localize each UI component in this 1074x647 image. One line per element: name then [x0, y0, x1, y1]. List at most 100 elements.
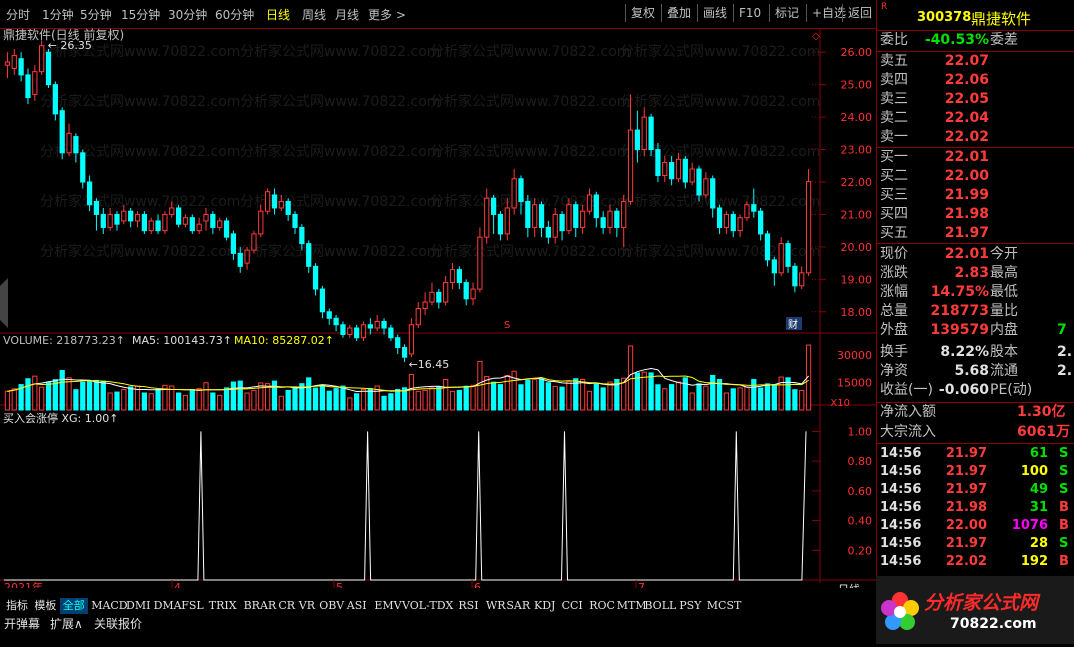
period-toolbar: 分时 1分钟 5分钟 15分钟 30分钟 60分钟 日线 周线 月线 更多 > 复权 叠加 画线 F10…	[0, 0, 876, 29]
candle	[244, 249, 250, 264]
period-tab[interactable]: 日线	[266, 6, 290, 23]
chart-action-button[interactable]: 叠加	[661, 4, 696, 22]
tick-row: 14:56 21.97 49 S	[877, 481, 1074, 499]
bid-level: 买一 22.01	[877, 148, 1074, 167]
volume-bar	[497, 384, 504, 411]
period-tab[interactable]: 分时	[6, 6, 30, 23]
period-tab[interactable]: 30分钟	[168, 6, 207, 23]
quote-panel: R 300378 鼎捷软件 委比 -40.53% 委差 卖五 22.07 卖四 22.…	[876, 0, 1074, 644]
stat-row: 涨跌 2.83 最高	[877, 264, 1074, 283]
indicator-tab[interactable]: CR	[275, 598, 298, 614]
indicator-tab[interactable]: PSY	[676, 598, 704, 614]
candle	[477, 236, 483, 290]
stat-label: 涨跌	[880, 265, 908, 281]
period-tab[interactable]: 5分钟	[80, 6, 112, 23]
indicator-tab[interactable]: BOLL	[641, 598, 679, 614]
indicator-tab[interactable]: KDJ	[531, 598, 558, 614]
indicator-tab[interactable]: 模板	[31, 598, 59, 614]
indicator-tab[interactable]: SAR	[503, 598, 533, 614]
tick-price: 22.00	[945, 518, 987, 533]
tick-volume: 28	[1029, 536, 1048, 551]
volume-bar	[237, 380, 243, 411]
kline-chart-area[interactable]: 分析家公式网www.70822.com 分析家公式网www.70822.com 分析…	[0, 27, 876, 596]
chart-action-button[interactable]: 复权	[625, 4, 660, 22]
candle	[114, 213, 120, 225]
indicator-tab[interactable]: DMI	[123, 598, 153, 614]
period-tab[interactable]: 15分钟	[121, 6, 160, 23]
indicator-tab[interactable]: OBV	[316, 598, 347, 614]
ma10-label: MA10: 85287.02↑	[234, 334, 334, 347]
indicator-tab[interactable]: 全部	[59, 598, 88, 614]
volume-bar	[148, 393, 154, 411]
volume-bar	[251, 389, 257, 411]
left-collapse-handle[interactable]	[0, 278, 8, 328]
tick-volume: 61	[1029, 446, 1048, 461]
tick-row: 14:56 21.97 100 S	[877, 463, 1074, 481]
chart-action-button[interactable]: 标记	[769, 4, 804, 22]
indicator-tab[interactable]: ASI	[344, 598, 370, 614]
candle	[422, 301, 428, 310]
indicator-tab[interactable]: 指标	[3, 598, 31, 614]
stat-value-2: 2.	[1057, 344, 1073, 360]
timeframe-label[interactable]: 日线	[838, 582, 860, 596]
volume-bar	[545, 382, 551, 411]
period-tab[interactable]: 1分钟	[42, 6, 74, 23]
period-tab[interactable]: 周线	[302, 6, 326, 23]
volume-bar	[511, 370, 517, 411]
indicator-tab[interactable]: CCI	[559, 598, 586, 614]
indicator-tab[interactable]: FSL	[178, 598, 206, 614]
candle	[764, 233, 771, 261]
tick-price: 22.02	[945, 554, 987, 569]
candle	[785, 243, 791, 267]
volume-bar	[319, 384, 326, 411]
candle	[18, 58, 24, 76]
diamond-icon[interactable]: ◇	[812, 31, 820, 42]
chart-action-button[interactable]: 返回	[842, 4, 877, 22]
bid-label: 买二	[880, 168, 908, 184]
indicator-axis-label: 0.20	[848, 544, 873, 557]
candle	[730, 213, 736, 232]
candle	[271, 194, 278, 209]
indicator-tab[interactable]: TRIX	[206, 598, 240, 614]
month-label: 7	[638, 581, 645, 588]
candle	[347, 327, 353, 335]
month-label: 5	[336, 581, 343, 588]
candle	[258, 210, 264, 235]
volume-bar	[737, 387, 743, 411]
chart-action-button[interactable]: F10	[733, 4, 766, 22]
indicator-tab[interactable]: BRAR	[241, 598, 280, 614]
indicator-tab[interactable]: RSI	[455, 598, 481, 614]
volume-bar	[669, 384, 675, 411]
indicator-tab[interactable]: MCST	[704, 598, 745, 614]
period-tab[interactable]: 月线	[335, 6, 359, 23]
bottom-tab[interactable]: 扩展∧	[50, 616, 83, 632]
stat-label: 外盘	[880, 322, 908, 338]
tick-time: 14:56	[880, 536, 922, 551]
volume-bar	[285, 389, 291, 411]
candle	[374, 321, 380, 329]
bottom-tab[interactable]: 开弹幕	[4, 616, 40, 632]
candle	[484, 197, 490, 238]
volume-bar	[579, 378, 586, 411]
volume-bar	[730, 388, 736, 411]
candle	[449, 269, 456, 284]
volume-label: VOLUME: 218773.23↑	[3, 334, 125, 347]
chart-action-button[interactable]: 画线	[697, 4, 732, 22]
volume-bar	[600, 387, 606, 411]
tick-row: 14:56 22.00 1076 B	[877, 517, 1074, 535]
period-tab[interactable]: 60分钟	[215, 6, 254, 23]
volume-bar	[710, 374, 716, 411]
indicator-tab[interactable]: VOL-TDX	[399, 598, 456, 614]
bottom-tab[interactable]: 关联报价	[94, 616, 142, 632]
period-tab[interactable]: 更多 >	[368, 6, 406, 23]
volume-bar	[11, 388, 17, 411]
volume-bar	[230, 381, 237, 411]
stat-label-2: 内盘	[990, 322, 1018, 338]
candle	[552, 213, 558, 238]
bigflow-value: 6061万	[1017, 424, 1070, 440]
volume-bar	[306, 377, 312, 411]
price-axis-label: 22.00	[841, 176, 873, 189]
candle	[436, 291, 442, 303]
indicator-tab[interactable]: VR	[296, 598, 318, 614]
kline-chart[interactable]: 分析家公式网www.70822.com 分析家公式网www.70822.com分析…	[0, 27, 876, 596]
